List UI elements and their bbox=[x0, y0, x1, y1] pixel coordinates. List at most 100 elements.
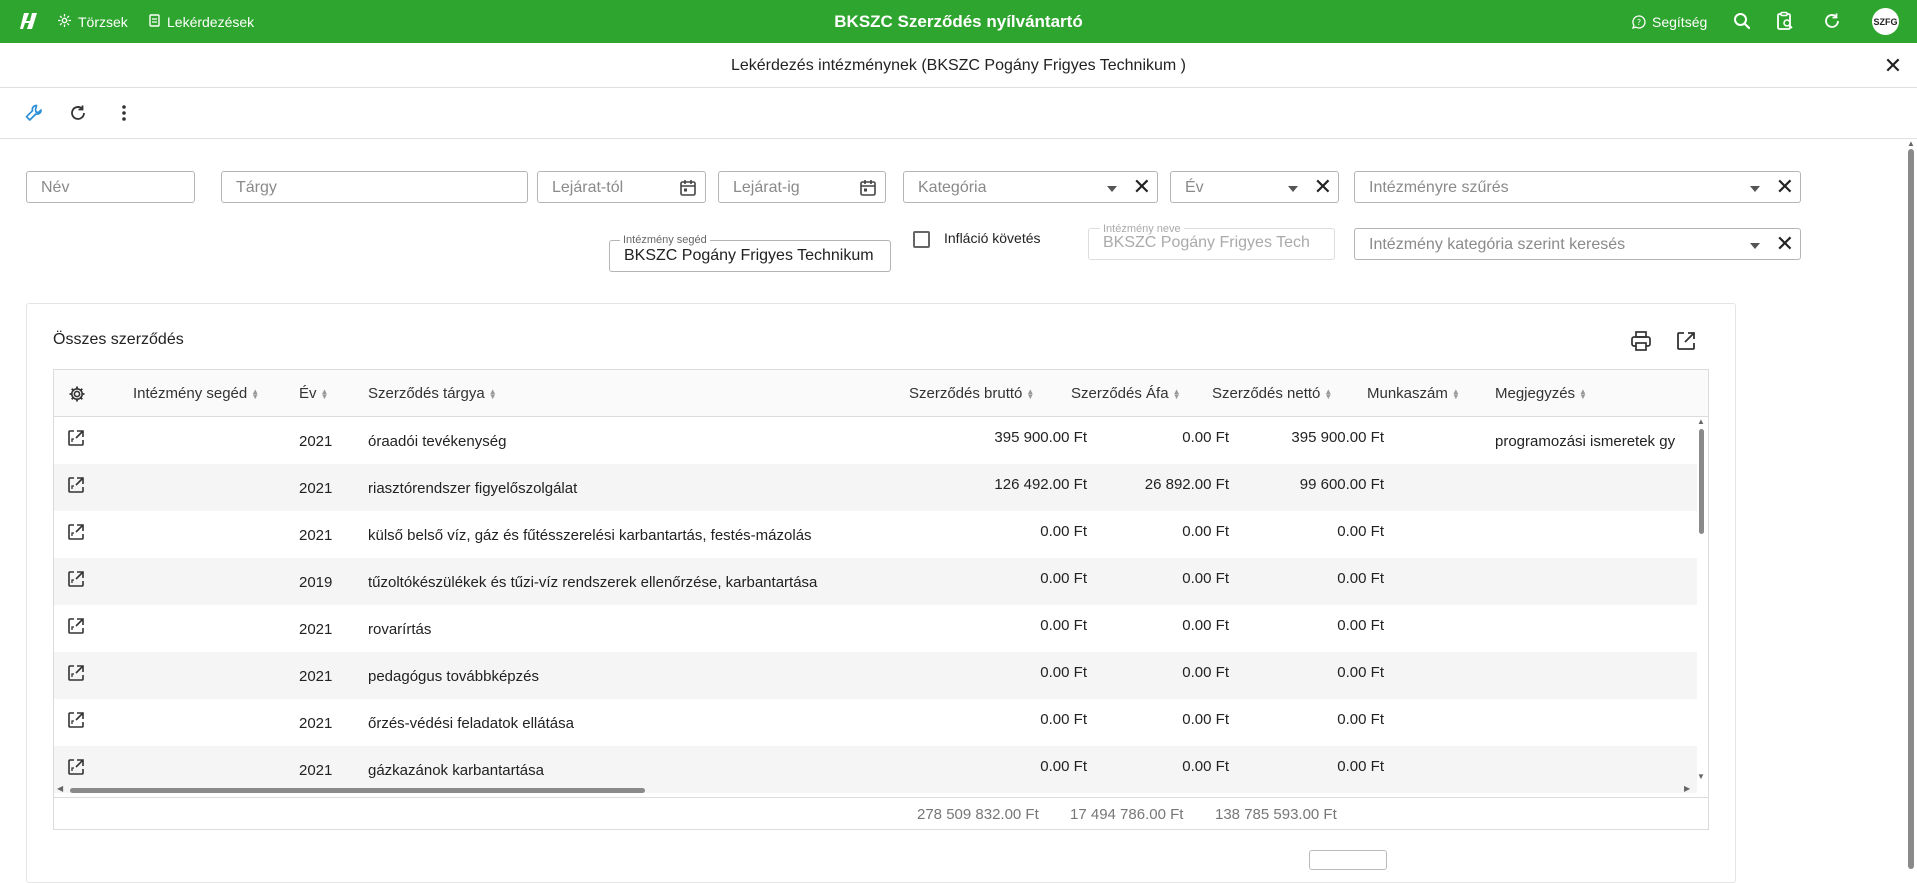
clear-icon[interactable]: ✕ bbox=[1776, 175, 1794, 199]
cell-netto: 99 600.00 Ft bbox=[1299, 476, 1384, 493]
clear-icon[interactable]: ✕ bbox=[1133, 175, 1151, 199]
close-icon[interactable]: ✕ bbox=[1881, 43, 1905, 88]
search-icon[interactable] bbox=[1730, 9, 1754, 33]
kategoria-select[interactable]: Kategória ✕ bbox=[903, 171, 1158, 203]
intezmeny-kategoria-select[interactable]: Intézmény kategória szerint keresés ✕ bbox=[1354, 228, 1801, 260]
cell-ev: 2021 bbox=[299, 433, 333, 450]
scroll-up-icon[interactable]: ▲ bbox=[1907, 139, 1915, 148]
nav-lekerdezesek-label: Lekérdezések bbox=[167, 13, 255, 30]
table-row[interactable]: 2021 pedagógus továbbképzés 0.00 Ft 0.00 Ft… bbox=[54, 652, 1697, 699]
open-record-icon[interactable] bbox=[67, 617, 85, 635]
targy-placeholder: Tárgy bbox=[236, 179, 277, 196]
help-label: Segítség bbox=[1652, 13, 1708, 30]
col-label: Szerződés bruttó bbox=[909, 385, 1023, 402]
top-app-bar: Törzsek Lekérdezések BKSZC Szerződés nyí… bbox=[0, 0, 1917, 43]
chevron-down-icon[interactable] bbox=[1750, 186, 1760, 192]
col-intezmeny-seged[interactable]: Intézmény segéd ▲ ▼ bbox=[133, 370, 259, 417]
cell-ev: 2021 bbox=[299, 621, 333, 638]
scroll-right-icon[interactable]: ▶ bbox=[1684, 784, 1690, 793]
sort-icon: ▲ ▼ bbox=[320, 387, 329, 402]
wrench-icon[interactable] bbox=[22, 101, 46, 125]
open-record-icon[interactable] bbox=[67, 429, 85, 447]
document-icon bbox=[149, 13, 160, 30]
col-megjegyzes[interactable]: Megjegyzés ▲ ▼ bbox=[1495, 370, 1587, 417]
scroll-thumb[interactable] bbox=[1699, 429, 1704, 534]
col-label: Év bbox=[299, 385, 317, 402]
table-row[interactable]: 2021 óraadói tevékenység 395 900.00 Ft 0.00… bbox=[54, 417, 1697, 464]
scroll-down-icon[interactable]: ▼ bbox=[1697, 772, 1705, 781]
cell-netto: 395 900.00 Ft bbox=[1291, 429, 1384, 446]
ev-select[interactable]: Év ✕ bbox=[1170, 171, 1339, 203]
kategoria-placeholder: Kategória bbox=[918, 179, 987, 196]
cell-ev: 2019 bbox=[299, 574, 333, 591]
clear-icon[interactable]: ✕ bbox=[1314, 175, 1332, 199]
table-row[interactable]: 2021 riasztórendszer figyelőszolgálat 126 … bbox=[54, 464, 1697, 511]
clear-icon[interactable]: ✕ bbox=[1776, 232, 1794, 256]
targy-input[interactable]: Tárgy bbox=[221, 171, 528, 203]
lejarat-tol-input[interactable]: Lejárat-tól bbox=[537, 171, 706, 203]
total-netto: 138 785 593.00 Ft bbox=[1215, 806, 1337, 823]
intezmeny-seged-value: BKSZC Pogány Frigyes Technikum bbox=[624, 247, 874, 264]
calendar-icon[interactable] bbox=[679, 179, 697, 197]
chevron-down-icon[interactable] bbox=[1288, 186, 1298, 192]
avatar[interactable]: SZFG bbox=[1872, 8, 1899, 35]
nav-torzsek[interactable]: Törzsek bbox=[58, 0, 128, 43]
total-afa: 17 494 786.00 Ft bbox=[1070, 806, 1184, 823]
card-title: Összes szerződés bbox=[53, 331, 184, 348]
table-row[interactable]: 2019 tűzoltókészülékek és tűzi-víz rendsz… bbox=[54, 558, 1697, 605]
col-ev[interactable]: Év ▲ ▼ bbox=[299, 370, 329, 417]
help-link[interactable]: ? Segítség bbox=[1632, 0, 1707, 43]
inflacio-checkbox[interactable] bbox=[913, 231, 930, 248]
horizontal-scrollbar[interactable]: ◀ ▶ bbox=[54, 784, 1697, 797]
app-logo-icon[interactable] bbox=[20, 11, 38, 31]
cell-megjegyzes: programozási ismeretek gy bbox=[1495, 433, 1676, 450]
vertical-scrollbar[interactable]: ▲ ▼ bbox=[1695, 417, 1708, 797]
col-afa[interactable]: Szerződés Áfa ▲ ▼ bbox=[1071, 370, 1181, 417]
table-body: 2021 óraadói tevékenység 395 900.00 Ft 0.00… bbox=[54, 417, 1697, 797]
col-brutto[interactable]: Szerződés bruttó ▲ ▼ bbox=[909, 370, 1034, 417]
nev-placeholder: Név bbox=[41, 179, 70, 196]
scroll-thumb[interactable] bbox=[70, 788, 645, 793]
open-record-icon[interactable] bbox=[67, 570, 85, 588]
open-record-icon[interactable] bbox=[67, 711, 85, 729]
reload-icon[interactable] bbox=[66, 101, 90, 125]
intezmeny-neve-value: BKSZC Pogány Frigyes Tech bbox=[1103, 234, 1310, 251]
sliders-icon bbox=[58, 13, 71, 30]
open-record-icon[interactable] bbox=[67, 758, 85, 776]
cell-ev: 2021 bbox=[299, 715, 333, 732]
cell-ev: 2021 bbox=[299, 480, 333, 497]
calendar-icon[interactable] bbox=[859, 179, 877, 197]
table-row[interactable]: 2021 rovarírtás 0.00 Ft 0.00 Ft 0.00 Ft bbox=[54, 605, 1697, 652]
page-scrollbar[interactable]: ▲ bbox=[1904, 139, 1917, 869]
print-icon[interactable] bbox=[1630, 330, 1654, 354]
chevron-down-icon[interactable] bbox=[1107, 186, 1117, 192]
more-vert-icon[interactable] bbox=[112, 101, 136, 125]
nev-input[interactable]: Név bbox=[26, 171, 195, 203]
page-size-select[interactable] bbox=[1309, 850, 1387, 870]
cell-ev: 2021 bbox=[299, 762, 333, 779]
scroll-left-icon[interactable]: ◀ bbox=[57, 784, 63, 793]
open-record-icon[interactable] bbox=[67, 476, 85, 494]
intezmenyre-szures-select[interactable]: Intézményre szűrés ✕ bbox=[1354, 171, 1801, 203]
table-row[interactable]: 2021 őrzés-védési feladatok ellátása 0.00 … bbox=[54, 699, 1697, 746]
scroll-up-icon[interactable]: ▲ bbox=[1697, 417, 1705, 426]
cell-netto: 0.00 Ft bbox=[1337, 523, 1384, 540]
refresh-icon[interactable] bbox=[1820, 9, 1844, 33]
col-netto[interactable]: Szerződés nettó ▲ ▼ bbox=[1212, 370, 1332, 417]
open-record-icon[interactable] bbox=[67, 664, 85, 682]
nav-lekerdezesek[interactable]: Lekérdezések bbox=[149, 0, 254, 43]
lejarat-ig-input[interactable]: Lejárat-ig bbox=[718, 171, 886, 203]
col-label: Intézmény segéd bbox=[133, 385, 248, 402]
cell-targy: tűzoltókészülékek és tűzi-víz rendszerek… bbox=[368, 574, 818, 591]
clipboard-search-icon[interactable] bbox=[1773, 9, 1797, 33]
column-settings-icon[interactable] bbox=[68, 370, 86, 417]
export-icon[interactable] bbox=[1675, 330, 1699, 354]
toolbar bbox=[0, 88, 1917, 139]
table-row[interactable]: 2021 külső belső víz, gáz és fűtésszerelé… bbox=[54, 511, 1697, 558]
scroll-thumb[interactable] bbox=[1908, 149, 1914, 869]
cell-ev: 2021 bbox=[299, 668, 333, 685]
chevron-down-icon[interactable] bbox=[1750, 243, 1760, 249]
col-targy[interactable]: Szerződés tárgya ▲ ▼ bbox=[368, 370, 497, 417]
open-record-icon[interactable] bbox=[67, 523, 85, 541]
col-munkaszam[interactable]: Munkaszám ▲ ▼ bbox=[1367, 370, 1460, 417]
